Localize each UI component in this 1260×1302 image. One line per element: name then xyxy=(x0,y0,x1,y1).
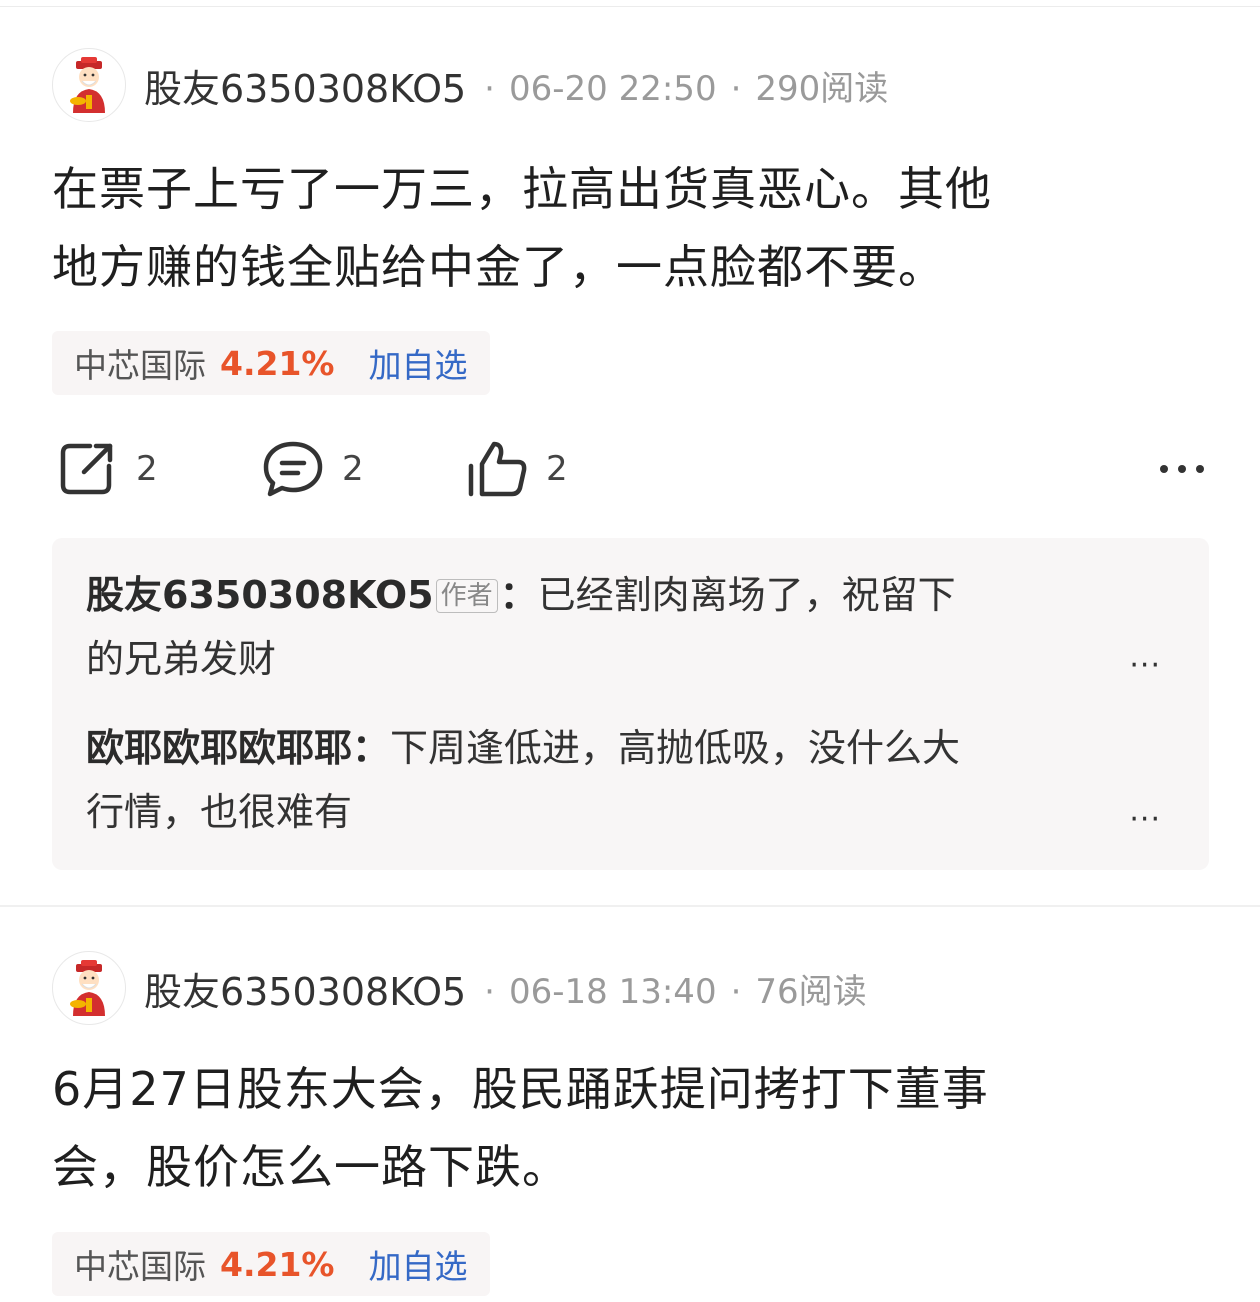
like-count: 2 xyxy=(546,449,568,489)
like-button[interactable]: 2 xyxy=(466,437,568,501)
comment-text: 下周逢低进，高抛低吸，没什么大 xyxy=(390,726,961,770)
action-bar: 2 2 2 xyxy=(56,437,1206,501)
comment-button[interactable]: 2 xyxy=(262,437,364,501)
post-meta: · 06-18 13:40 · 76阅读 xyxy=(484,971,867,1012)
username[interactable]: 股友6350308KO5 xyxy=(144,58,466,113)
post-content-line: 6月27日股东大会，股民踊跃提问拷打下董事 xyxy=(52,1062,989,1116)
post-card[interactable]: 股友6350308KO5 · 06-20 22:50 · 290阅读 在票子上亏了一万… xyxy=(0,0,1260,905)
stock-name[interactable]: 中芯国际 xyxy=(74,1240,206,1288)
comment-separator: ： xyxy=(352,726,391,770)
comment-more-icon[interactable]: ··· xyxy=(1129,648,1161,683)
stock-change: 4.21% xyxy=(220,1244,335,1284)
comment-more-icon[interactable]: ··· xyxy=(1129,802,1161,837)
post-date: 06-20 22:50 xyxy=(508,68,717,109)
post-date: 06-18 13:40 xyxy=(508,971,717,1012)
more-icon xyxy=(1160,465,1204,473)
author-badge: 作者 xyxy=(435,579,498,613)
stock-tag[interactable]: 中芯国际 4.21% 加自选 xyxy=(52,331,490,395)
avatar-caishen-icon xyxy=(70,57,105,113)
post-content-line: 地方赚的钱全贴给中金了，一点脸都不要。 xyxy=(52,240,945,294)
post-content[interactable]: 6月27日股东大会，股民踊跃提问拷打下董事 会，股价怎么一路下跌。 xyxy=(52,1050,1212,1206)
stock-name[interactable]: 中芯国际 xyxy=(74,339,206,387)
post-meta: · 06-20 22:50 · 290阅读 xyxy=(484,68,889,109)
comment-user[interactable]: 股友6350308KO5 xyxy=(86,573,434,617)
comment-item[interactable]: 股友6350308KO5 作者 ：已经割肉离场了，祝留下 的兄弟发财 xyxy=(86,563,1146,691)
share-button[interactable]: 2 xyxy=(56,437,158,501)
comment-icon xyxy=(263,441,323,497)
post-content[interactable]: 在票子上亏了一万三，拉高出货真恶心。其他 地方赚的钱全贴给中金了，一点脸都不要。 xyxy=(52,150,1212,306)
share-count: 2 xyxy=(136,449,158,489)
comment-preview[interactable]: 股友6350308KO5 作者 ：已经割肉离场了，祝留下 的兄弟发财 ··· 欧耶欧… xyxy=(52,538,1209,870)
stock-tag[interactable]: 中芯国际 4.21% 加自选 xyxy=(52,1232,490,1296)
post-header: 股友6350308KO5 · 06-20 22:50 · 290阅读 xyxy=(52,47,888,123)
post-card[interactable]: 股友6350308KO5 · 06-18 13:40 · 76阅读 6月27日股东大会… xyxy=(0,905,1260,1302)
post-header: 股友6350308KO5 · 06-18 13:40 · 76阅读 xyxy=(52,950,867,1026)
share-icon xyxy=(60,443,113,495)
post-content-line: 会，股价怎么一路下跌。 xyxy=(52,1140,569,1194)
avatar[interactable] xyxy=(52,951,126,1025)
avatar-caishen-icon xyxy=(70,960,105,1016)
add-watchlist-button[interactable]: 加自选 xyxy=(369,339,468,387)
avatar[interactable] xyxy=(52,48,126,122)
stock-change: 4.21% xyxy=(220,343,335,383)
comment-text: 已经割肉离场了，祝留下 xyxy=(537,573,956,617)
comment-text-line: 的兄弟发财 xyxy=(86,637,277,681)
post-content-line: 在票子上亏了一万三，拉高出货真恶心。其他 xyxy=(52,162,992,216)
comment-item[interactable]: 欧耶欧耶欧耶耶：下周逢低进，高抛低吸，没什么大 行情，也很难有 xyxy=(86,716,1146,844)
like-icon xyxy=(468,441,527,497)
add-watchlist-button[interactable]: 加自选 xyxy=(369,1240,468,1288)
comment-user[interactable]: 欧耶欧耶欧耶耶 xyxy=(86,726,352,770)
username[interactable]: 股友6350308KO5 xyxy=(144,961,466,1016)
read-count: 76阅读 xyxy=(755,971,867,1012)
more-button[interactable] xyxy=(1158,451,1206,491)
comment-count: 2 xyxy=(342,449,364,489)
comment-text-line: 行情，也很难有 xyxy=(86,790,353,834)
comment-separator: ： xyxy=(499,573,538,617)
read-count: 290阅读 xyxy=(755,68,889,109)
